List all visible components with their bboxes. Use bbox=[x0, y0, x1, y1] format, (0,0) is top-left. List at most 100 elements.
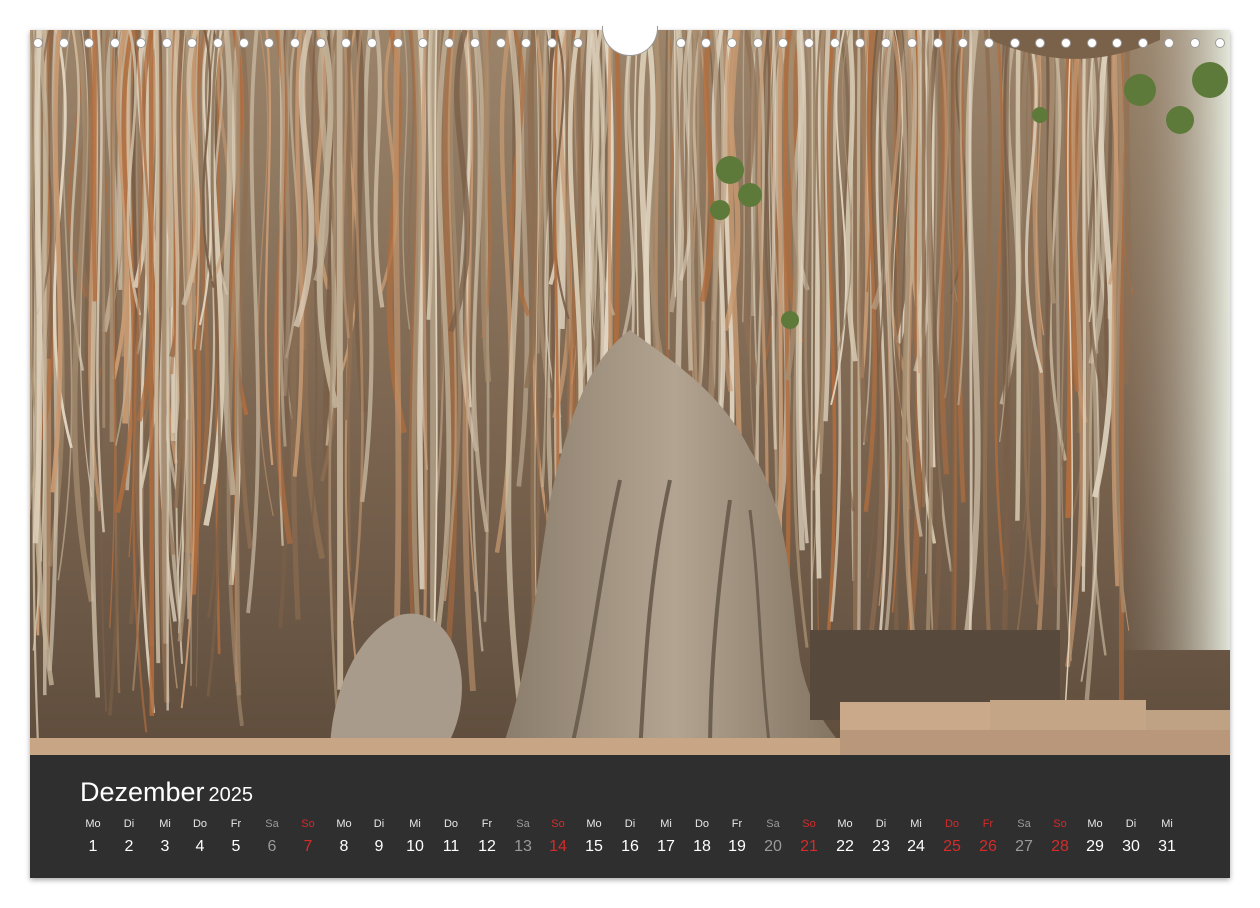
weekday-label: Do bbox=[443, 818, 459, 830]
weekday-label: Di bbox=[875, 818, 887, 830]
day-number: 29 bbox=[1086, 838, 1104, 855]
day-number: 6 bbox=[267, 838, 277, 855]
weekday-label: Mo bbox=[85, 818, 101, 830]
binding-hole bbox=[778, 38, 788, 48]
binding-hole bbox=[958, 38, 968, 48]
binding-hole bbox=[418, 38, 428, 48]
day-number: 27 bbox=[1015, 838, 1033, 855]
binding-hole bbox=[187, 38, 197, 48]
root-strand bbox=[391, 30, 402, 709]
month-title: Dezember 2025 bbox=[80, 777, 253, 808]
binding-hole bbox=[470, 38, 480, 48]
root-strand bbox=[967, 30, 973, 703]
root-strand bbox=[771, 30, 777, 450]
binding-hole bbox=[676, 38, 686, 48]
binding-hole bbox=[496, 38, 506, 48]
binding-hole bbox=[290, 38, 300, 48]
binding-hole bbox=[136, 38, 146, 48]
month-name: Dezember bbox=[80, 777, 205, 807]
day-number: 7 bbox=[303, 838, 313, 855]
binding-hole bbox=[110, 38, 120, 48]
root-strand bbox=[148, 30, 155, 716]
day-number: 20 bbox=[764, 838, 782, 855]
binding-hole bbox=[1087, 38, 1097, 48]
binding-hole bbox=[933, 38, 943, 48]
weekday-label: Do bbox=[694, 818, 710, 830]
weekday-label: Sa bbox=[265, 818, 279, 830]
binding-hole bbox=[1061, 38, 1071, 48]
weekday-label: Mo bbox=[1087, 818, 1103, 830]
binding-hole bbox=[341, 38, 351, 48]
weekday-label: Di bbox=[1125, 818, 1137, 830]
weekday-label: Di bbox=[373, 818, 385, 830]
day-number: 19 bbox=[728, 838, 746, 855]
day-number: 3 bbox=[160, 838, 170, 855]
day-number: 16 bbox=[621, 838, 639, 855]
root-strand bbox=[916, 30, 925, 441]
day-number: 12 bbox=[478, 838, 496, 855]
day-number: 2 bbox=[124, 838, 134, 855]
binding-hole bbox=[1112, 38, 1122, 48]
day-number: 25 bbox=[943, 838, 961, 855]
day-number: 5 bbox=[231, 838, 241, 855]
root-strand bbox=[777, 30, 783, 584]
weekday-label: Mo bbox=[586, 818, 602, 830]
year-label: 2025 bbox=[208, 784, 254, 806]
weekday-label: Fr bbox=[481, 818, 493, 830]
binding-hole bbox=[547, 38, 557, 48]
root-strand bbox=[856, 30, 862, 715]
weekday-label: Do bbox=[192, 818, 208, 830]
root-strand bbox=[1015, 30, 1021, 521]
weekday-label: Fr bbox=[230, 818, 242, 830]
binding-hole bbox=[907, 38, 917, 48]
weekday-label: So bbox=[1053, 818, 1067, 830]
root-strand bbox=[1001, 30, 1011, 627]
day-number: 30 bbox=[1122, 838, 1140, 855]
root-strand bbox=[673, 30, 676, 297]
weekday-label: Di bbox=[123, 818, 135, 830]
binding-hole bbox=[84, 38, 94, 48]
binding-hole bbox=[1138, 38, 1148, 48]
day-number: 10 bbox=[406, 838, 424, 855]
day-number: 8 bbox=[339, 838, 349, 855]
day-number: 13 bbox=[514, 838, 532, 855]
calendar-page: Dezember 2025 Mo 1 Di 2 Mi 3 Do 4 Fr 5 Sa 6 So 7 Mo 8 Di 9… bbox=[30, 26, 1230, 878]
root-strand bbox=[1081, 30, 1087, 592]
binding-hole bbox=[573, 38, 583, 48]
binding-hole bbox=[1164, 38, 1174, 48]
weekday-label: Mo bbox=[837, 818, 853, 830]
binding-hole bbox=[316, 38, 326, 48]
weekday-label: Mo bbox=[336, 818, 352, 830]
weekday-label: So bbox=[802, 818, 816, 830]
weekday-label: Mi bbox=[660, 818, 672, 830]
day-grid: Mo 1 Di 2 Mi 3 Do 4 Fr 5 Sa 6 So 7 Mo 8 Di 9 Mi 10 Do 11 Fr 12 S… bbox=[75, 818, 1225, 868]
weekday-label: Di bbox=[624, 818, 636, 830]
tree-photo bbox=[30, 30, 1230, 755]
day-number: 23 bbox=[872, 838, 890, 855]
binding-hole bbox=[162, 38, 172, 48]
day-number: 9 bbox=[374, 838, 384, 855]
weekday-label: Sa bbox=[516, 818, 530, 830]
day-number: 4 bbox=[195, 838, 205, 855]
weekday-label: Do bbox=[944, 818, 960, 830]
weekday-label: Mi bbox=[1161, 818, 1173, 830]
banyan-tree-roots-image bbox=[30, 30, 1230, 755]
binding-hole bbox=[213, 38, 223, 48]
binding-hole bbox=[367, 38, 377, 48]
day-number: 26 bbox=[979, 838, 997, 855]
day-number: 17 bbox=[657, 838, 675, 855]
day-number: 11 bbox=[442, 838, 460, 855]
binding-hole bbox=[701, 38, 711, 48]
day-number: 21 bbox=[800, 838, 818, 855]
weekday-label: So bbox=[551, 818, 565, 830]
binding-hole bbox=[855, 38, 865, 48]
weekday-label: Fr bbox=[982, 818, 994, 830]
day-number: 15 bbox=[585, 838, 603, 855]
binding-hole bbox=[393, 38, 403, 48]
calendar-bar: Dezember 2025 Mo 1 Di 2 Mi 3 Do 4 Fr 5 Sa 6 So 7 Mo 8 Di 9… bbox=[30, 755, 1230, 878]
binding-hole bbox=[881, 38, 891, 48]
binding-hole bbox=[753, 38, 763, 48]
binding-hole bbox=[1010, 38, 1020, 48]
binding-hole bbox=[444, 38, 454, 48]
weekday-label: Sa bbox=[766, 818, 780, 830]
